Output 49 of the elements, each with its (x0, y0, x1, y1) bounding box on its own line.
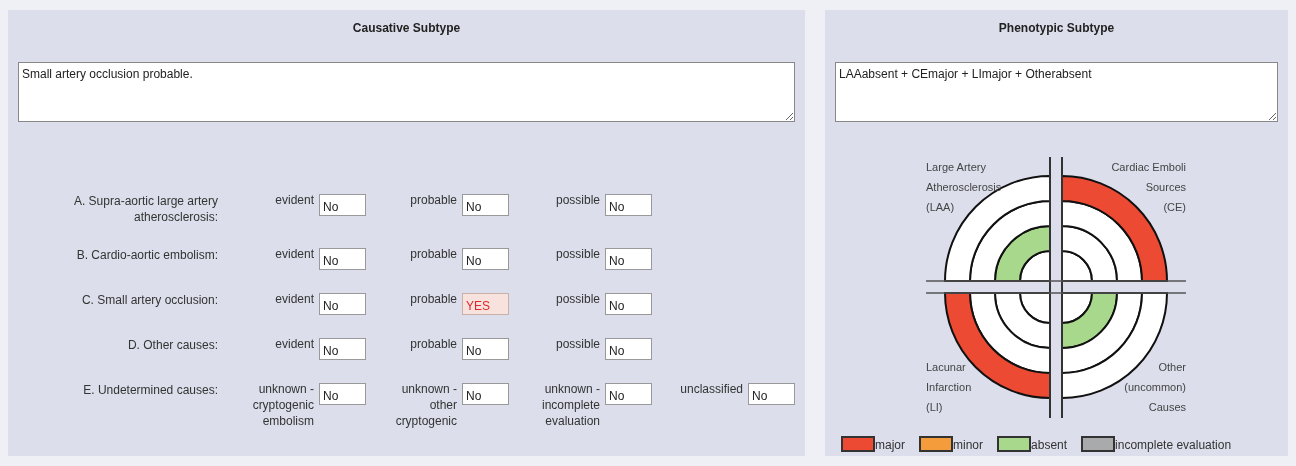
field-label: evident (275, 291, 314, 307)
legend-label: absent (1031, 438, 1068, 452)
quadrant-label: Cardiac Emboli Sources (CE) (1110, 161, 1186, 213)
field-label: unclassified (680, 381, 743, 397)
value-field[interactable]: No (319, 293, 366, 315)
value-field[interactable]: No (605, 383, 652, 405)
value-field[interactable]: No (319, 383, 366, 405)
field-label: evident (275, 192, 314, 208)
field-label: possible (555, 291, 600, 307)
value-field[interactable]: No (605, 338, 652, 360)
row-label: B. Cardio-aortic embolism: (75, 247, 218, 263)
field-label: unknown - other cryptogenic (394, 381, 457, 429)
value-field[interactable]: No (462, 338, 509, 360)
field-label: unknown - cryptogenic embolism (251, 381, 314, 429)
row-label: C. Small artery occlusion: (80, 292, 218, 308)
field-label: evident (275, 336, 314, 352)
value-field[interactable]: No (605, 248, 652, 270)
row-label: D. Other causes: (126, 337, 218, 353)
quadrant-label: Lacunar Infarction (LI) (925, 361, 971, 413)
field-label: probable (410, 291, 457, 307)
row-label: E. Undetermined causes: (82, 382, 218, 398)
value-field[interactable]: No (462, 248, 509, 270)
section-title: Phenotypic Subtype (997, 20, 1116, 37)
value-field[interactable]: No (462, 194, 509, 216)
quadrant-label: Large Artery Atherosclerosis (LAA) (925, 161, 1001, 213)
row-label: A. Supra-aortic large artery atherosclerosis: (72, 193, 218, 225)
section-title: Causative Subtype (351, 20, 462, 37)
field-label: evident (275, 246, 314, 262)
summary-field[interactable]: Small artery occlusion probable. (18, 62, 795, 122)
value-field[interactable]: No (605, 194, 652, 216)
field-label: probable (410, 336, 457, 352)
legend-label: minor (953, 438, 984, 452)
value-field[interactable]: No (319, 194, 366, 216)
field-label: probable (410, 192, 457, 208)
field-label: possible (555, 246, 600, 262)
legend-label: major (875, 438, 905, 452)
legend-label: incomplete evaluation (1115, 438, 1232, 452)
value-field[interactable]: No (748, 383, 795, 405)
value-field[interactable]: No (319, 338, 366, 360)
field-label: possible (555, 336, 600, 352)
field-label: unknown - incomplete evaluation (540, 381, 600, 429)
value-field[interactable]: No (319, 248, 366, 270)
value-field[interactable]: No (605, 293, 652, 315)
summary-field[interactable]: LAAabsent + CEmajor + LImajor + Otherabsent (835, 62, 1278, 122)
value-field[interactable]: YES (462, 293, 509, 315)
field-label: possible (555, 192, 600, 208)
quadrant-label: Other (uncommon) Causes (1123, 361, 1186, 413)
field-label: probable (410, 246, 457, 262)
value-field[interactable]: No (462, 383, 509, 405)
